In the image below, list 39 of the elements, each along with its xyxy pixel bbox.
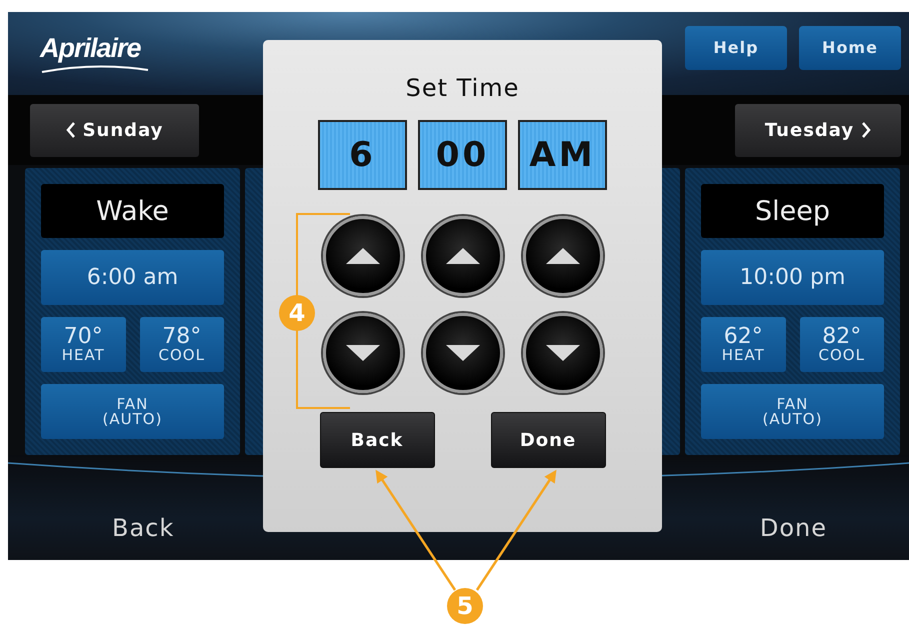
period-name: Sleep: [701, 184, 884, 238]
dialog-title: Set Time: [406, 74, 520, 102]
next-day-button[interactable]: Tuesday: [735, 104, 901, 156]
decrement-button[interactable]: [322, 313, 402, 393]
time-button[interactable]: 6:00 am: [41, 250, 224, 305]
heat-setpoint-button[interactable]: 62° HEAT: [701, 317, 786, 372]
time-field[interactable]: 6: [318, 120, 407, 190]
back-link[interactable]: Back: [112, 514, 174, 542]
callout-badge: 5: [447, 588, 483, 624]
up-arrow-icon: [546, 248, 580, 264]
brand-logo: Aprilaire: [40, 33, 141, 64]
up-arrow-icon: [446, 248, 480, 264]
time-field[interactable]: AM: [518, 120, 607, 190]
dialog-button[interactable]: Done: [490, 412, 606, 468]
previous-day-button[interactable]: Sunday: [30, 104, 199, 156]
chevron-left-icon: [66, 122, 75, 138]
heat-setpoint-button[interactable]: 70° HEAT: [41, 317, 126, 372]
increment-button[interactable]: [522, 216, 602, 296]
decrement-button[interactable]: [522, 313, 602, 393]
decrement-button[interactable]: [422, 313, 502, 393]
down-arrow-icon: [446, 345, 480, 361]
down-arrow-icon: [546, 345, 580, 361]
period-name: Wake: [41, 184, 224, 238]
cool-setpoint-button[interactable]: 78° COOL: [140, 317, 224, 372]
header-button[interactable]: Help: [685, 26, 787, 70]
increment-button[interactable]: [322, 216, 402, 296]
cool-setpoint-button[interactable]: 82° COOL: [800, 317, 884, 372]
time-field[interactable]: 00: [418, 120, 507, 190]
swoosh-icon: [40, 64, 150, 74]
up-arrow-icon: [346, 248, 380, 264]
down-arrow-icon: [346, 345, 380, 361]
time-button[interactable]: 10:00 pm: [701, 250, 884, 305]
header-button[interactable]: Home: [799, 26, 901, 70]
done-link[interactable]: Done: [760, 514, 827, 542]
increment-button[interactable]: [422, 216, 502, 296]
chevron-right-icon: [862, 122, 872, 138]
fan-button[interactable]: FAN (AUTO): [41, 384, 224, 439]
dialog-button[interactable]: Back: [320, 412, 434, 468]
fan-button[interactable]: FAN (AUTO): [701, 384, 884, 439]
